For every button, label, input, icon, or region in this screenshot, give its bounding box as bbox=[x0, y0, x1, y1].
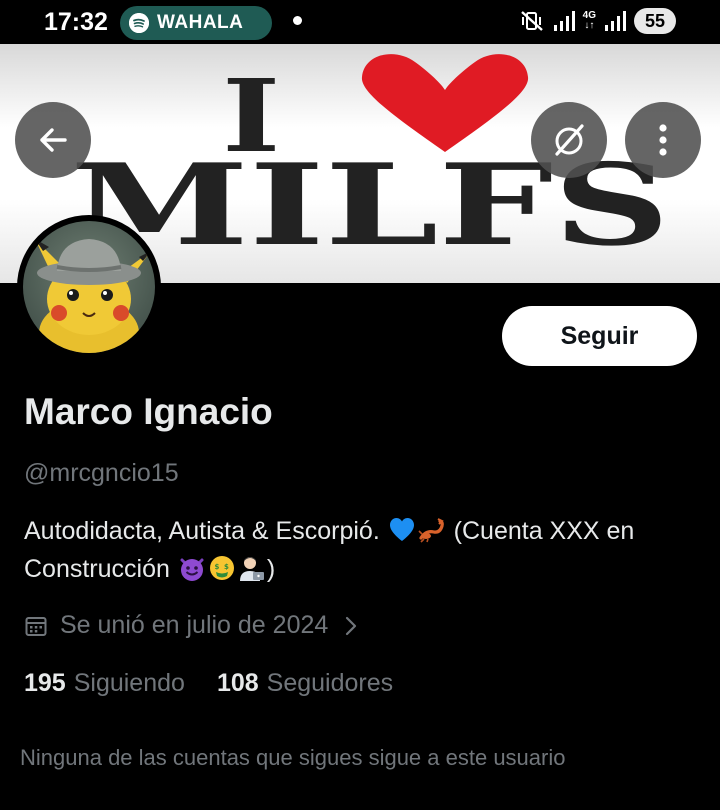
join-date-row[interactable]: Se unió en julio de 2024 bbox=[24, 611, 358, 640]
following-label: Siguiendo bbox=[73, 669, 185, 697]
back-button[interactable] bbox=[15, 102, 91, 178]
join-date: Se unió en julio de 2024 bbox=[60, 611, 329, 639]
notification-dot bbox=[293, 16, 302, 25]
calendar-icon bbox=[25, 616, 47, 636]
followers-count: 108 bbox=[216, 669, 259, 697]
bio-text-1: Autodidacta, Autista & Escorpió. bbox=[24, 517, 387, 545]
status-bar: 17:32 WAHALA 4G ↓↑ 55 bbox=[0, 0, 720, 44]
arrow-left-icon bbox=[40, 128, 67, 152]
follow-button[interactable]: Seguir bbox=[502, 306, 697, 366]
technologist-icon bbox=[239, 557, 264, 581]
spotify-icon bbox=[129, 13, 149, 33]
status-indicators: 4G ↓↑ 55 bbox=[519, 8, 676, 34]
following-link[interactable]: 195 Siguiendo bbox=[24, 669, 185, 698]
svg-text:$: $ bbox=[224, 563, 229, 571]
money-mouth-face-icon: $ $ bbox=[209, 556, 234, 580]
followers-link[interactable]: 108 Seguidores bbox=[217, 669, 393, 698]
network-type: 4G ↓↑ bbox=[582, 10, 596, 31]
blue-heart-icon bbox=[389, 518, 414, 541]
following-count: 195 bbox=[24, 669, 66, 697]
avatar-image bbox=[23, 221, 155, 353]
scorpion-icon bbox=[418, 518, 444, 543]
smiling-devil-icon bbox=[180, 558, 204, 581]
grok-button[interactable] bbox=[531, 102, 607, 178]
signal-icon bbox=[553, 11, 575, 31]
battery-indicator: 55 bbox=[634, 8, 676, 34]
profile-bio: Autodidacta, Autista & Escorpió. (Cuenta… bbox=[24, 512, 694, 588]
profile-handle: @mrcgncio15 bbox=[24, 459, 179, 487]
mutual-followers-note: Ninguna de las cuentas que sigues sigue … bbox=[20, 745, 566, 770]
more-vertical-icon bbox=[659, 124, 667, 156]
followers-label: Seguidores bbox=[266, 669, 394, 697]
banner-heart-icon bbox=[361, 54, 529, 152]
signal-icon-2 bbox=[605, 11, 626, 31]
notification-label: WAHALA bbox=[157, 12, 244, 33]
notification-pill[interactable]: WAHALA bbox=[120, 6, 272, 40]
avatar[interactable] bbox=[17, 215, 161, 359]
bio-text-3: ) bbox=[266, 555, 276, 583]
follow-stats: 195 Siguiendo 108 Seguidores bbox=[24, 669, 425, 698]
vibrate-mute-icon bbox=[520, 11, 543, 31]
profile-name: Marco Ignacio bbox=[24, 391, 273, 432]
grok-icon bbox=[555, 124, 584, 156]
chevron-right-icon bbox=[346, 616, 357, 635]
svg-text:$: $ bbox=[214, 563, 219, 571]
status-time: 17:32 bbox=[44, 8, 108, 36]
more-options-button[interactable] bbox=[625, 102, 701, 178]
